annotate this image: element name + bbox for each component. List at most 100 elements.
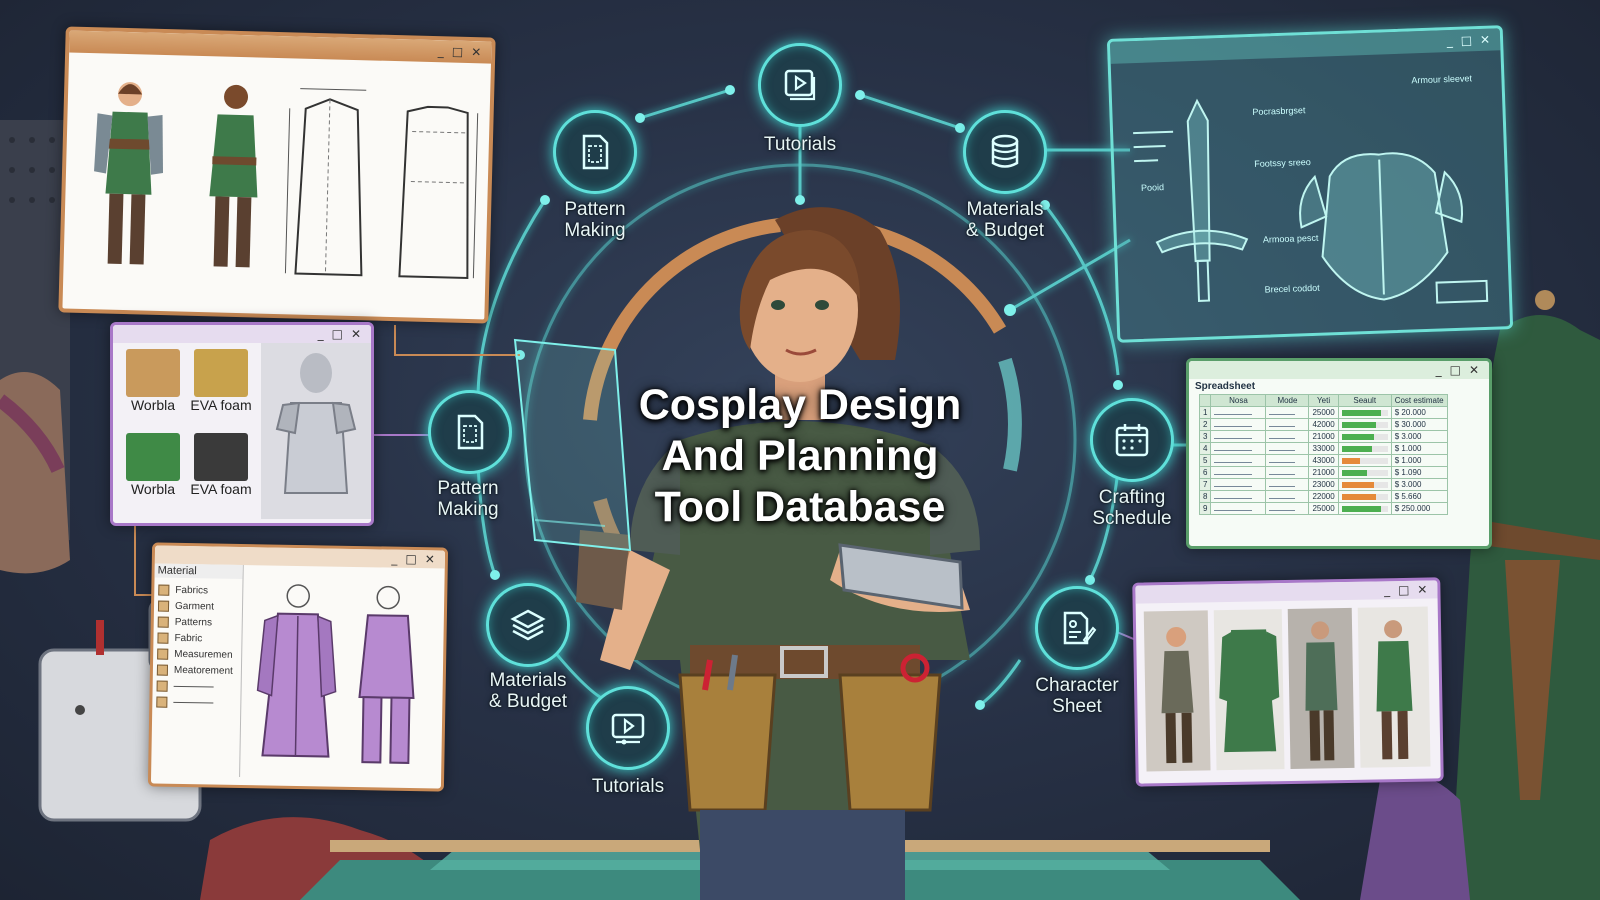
title-line-2: And Planning: [661, 432, 939, 480]
progress-bar-fill: [1341, 493, 1377, 500]
progress-bar-fill: [1341, 481, 1374, 488]
maximize-icon[interactable]: □: [1460, 33, 1472, 47]
coat-design-preview: [256, 584, 415, 764]
table-row[interactable]: 2 42000 $ 30.000: [1198, 418, 1448, 431]
crafting-schedule-label: Crafting Schedule: [1092, 487, 1171, 529]
list-item-label: Fabric: [174, 632, 203, 644]
name-cell: [1210, 418, 1267, 431]
character-sheet-node[interactable]: [1035, 586, 1119, 670]
qty-cell: 25000: [1308, 406, 1339, 419]
list-item-label: Garment: [174, 600, 215, 613]
maximize-icon[interactable]: □: [405, 552, 417, 566]
minimize-icon[interactable]: _: [1436, 364, 1442, 376]
progress-cell: [1337, 442, 1392, 455]
pattern-making-node-top[interactable]: [553, 110, 637, 194]
qty-cell: 21000: [1308, 430, 1339, 443]
progress-cell: [1337, 466, 1392, 479]
qty-cell: 33000: [1308, 442, 1339, 455]
crafting-schedule-line1: Crafting: [1098, 487, 1166, 508]
minimize-icon[interactable]: _: [318, 328, 324, 340]
pattern-making-top-line2: Making: [564, 220, 626, 241]
minimize-icon[interactable]: _: [438, 44, 444, 58]
database-icon: [991, 134, 1019, 168]
character-turnaround-illustration: [94, 82, 479, 280]
swatch-worbla-tan[interactable]: Worbla: [119, 349, 187, 429]
table-row[interactable]: 3 21000 $ 3.000: [1198, 430, 1448, 443]
list-item[interactable]: Meatorement: [156, 662, 237, 679]
video-play-icon: [784, 69, 816, 101]
pattern-making-label-left: Pattern Making: [437, 478, 498, 520]
close-icon[interactable]: ✕: [425, 552, 435, 566]
progress-cell: [1337, 418, 1392, 431]
swatch-label: EVA foam: [190, 481, 252, 497]
pattern-making-node-left[interactable]: [428, 390, 512, 474]
swatch-worbla-green[interactable]: Worbla: [119, 433, 187, 513]
material-list-header: Material: [154, 563, 243, 580]
progress-bar: [1341, 445, 1388, 452]
progress-bar-fill: [1341, 469, 1367, 476]
progress-bar-fill: [1341, 409, 1381, 416]
tutorials-node-top[interactable]: [758, 43, 842, 127]
progress-cell: [1337, 406, 1392, 419]
tutorials-node-bottom[interactable]: [586, 686, 670, 770]
materials-budget-label-bottom: Materials & Budget: [489, 670, 567, 712]
swatch-eva-foam-gold[interactable]: EVA foam: [187, 349, 255, 429]
armor-mannequin-preview: [261, 343, 371, 519]
cost-cell: $ 1.000: [1390, 454, 1448, 467]
minimize-icon[interactable]: _: [1384, 583, 1390, 597]
document-pattern-icon: [582, 134, 609, 170]
maximize-icon[interactable]: □: [1398, 583, 1410, 597]
materials-budget-node-top[interactable]: [963, 110, 1047, 194]
mode-cell: [1265, 478, 1310, 491]
tutorials-label-top: Tutorials: [763, 134, 837, 155]
maximize-icon[interactable]: □: [332, 328, 343, 340]
swatch-eva-foam-black[interactable]: EVA foam: [187, 433, 255, 513]
materials-budget-label-top: Materials & Budget: [966, 199, 1044, 241]
cost-cell: $ 1.000: [1390, 442, 1448, 455]
spreadsheet-titlebar: _ □ ✕: [1189, 361, 1489, 379]
list-item[interactable]: Fabric: [157, 630, 237, 647]
progress-cell: [1337, 502, 1392, 515]
close-icon[interactable]: ✕: [471, 45, 481, 59]
close-icon[interactable]: ✕: [1469, 364, 1479, 376]
armor-blueprint-window: _ □ ✕ Armour sleevet Pocrasbrgset Footss…: [1106, 25, 1514, 343]
close-icon[interactable]: ✕: [1480, 33, 1491, 47]
mode-cell: [1265, 490, 1310, 503]
mode-cell: [1265, 466, 1310, 479]
maximize-icon[interactable]: □: [452, 45, 464, 59]
row-number: 9: [1198, 502, 1212, 515]
budget-table: Nosa Mode Yeti Seault Cost estimate 1 250…: [1198, 394, 1448, 515]
mode-cell: [1265, 418, 1310, 431]
crafting-schedule-node[interactable]: [1090, 398, 1174, 482]
minimize-icon[interactable]: _: [391, 552, 397, 566]
mode-cell: [1265, 454, 1310, 467]
table-row[interactable]: 4 33000 $ 1.000: [1198, 442, 1448, 455]
progress-bar: [1341, 421, 1388, 428]
list-item[interactable]: [156, 678, 237, 695]
close-icon[interactable]: ✕: [1417, 583, 1427, 597]
materials-budget-node-bottom[interactable]: [486, 583, 570, 667]
cost-cell: $ 250.000: [1390, 502, 1448, 515]
budget-table-body: 1 25000 $ 20.000 2 42000 $ 30.000 3 21000 $ 3.00…: [1198, 406, 1448, 515]
table-row[interactable]: 1 25000 $ 20.000: [1198, 406, 1448, 419]
list-item[interactable]: Garment: [157, 598, 238, 615]
table-row[interactable]: 6 21000 $ 1.090: [1198, 466, 1448, 479]
name-cell: [1210, 406, 1267, 419]
progress-cell: [1337, 430, 1392, 443]
minimize-icon[interactable]: _: [1446, 34, 1452, 48]
close-icon[interactable]: ✕: [351, 328, 361, 340]
table-row[interactable]: 8 22000 $ 5.660: [1198, 490, 1448, 503]
list-item[interactable]: Patterns: [157, 614, 238, 631]
list-item[interactable]: Fabrics: [158, 582, 238, 599]
table-row[interactable]: 5 43000 $ 1.000: [1198, 454, 1448, 467]
table-row[interactable]: 9 25000 $ 250.000: [1198, 502, 1448, 515]
maximize-icon[interactable]: □: [1450, 364, 1461, 376]
list-item[interactable]: Measuremen: [157, 646, 237, 663]
qty-cell: 25000: [1308, 502, 1339, 515]
progress-bar: [1341, 505, 1388, 512]
progress-bar-fill: [1341, 457, 1361, 464]
list-item-placeholder: [173, 685, 214, 688]
table-row[interactable]: 7 23000 $ 3.000: [1198, 478, 1448, 491]
tutorials-label-bottom: Tutorials: [591, 776, 665, 797]
list-item[interactable]: [156, 694, 236, 711]
